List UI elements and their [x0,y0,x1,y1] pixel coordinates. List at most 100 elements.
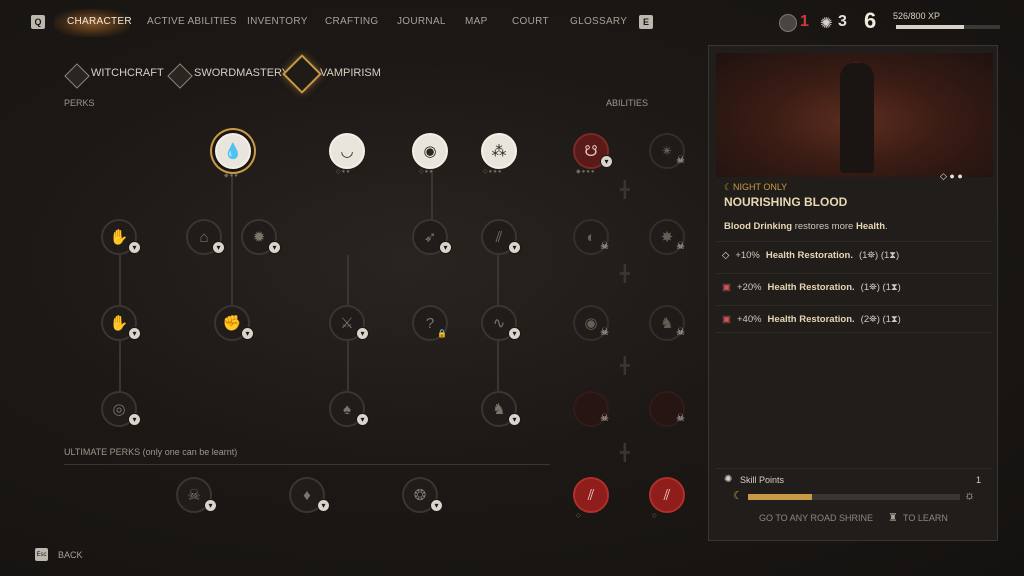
time-of-day-fill [748,494,812,500]
moon-icon: ☾ [733,490,743,502]
subtab-witchcraft[interactable]: WITCHCRAFT [91,67,164,79]
bat-icon: ⌂ [199,228,209,246]
shrine-hint: GO TO ANY ROAD SHRINE [759,513,874,523]
effect-cost: (2⛯) (1⧗) [860,313,901,325]
effect-rank-2: ▣ +20% Health Restoration. (1⛯) (1⧗) [716,273,992,301]
beast-icon: ♞ [492,401,506,418]
fang-badge-icon: ▾ [430,499,443,512]
crosshair-icon: ╋ [620,266,630,283]
skill-points-icon: ✺ [724,474,733,485]
subtab-vampirism[interactable]: VAMPIRISM [320,67,381,79]
sun-icon: ☼ [964,488,975,502]
ultimate-ability-1[interactable]: ⫽ [573,477,609,513]
hound-icon: ◐ [586,228,596,246]
abilities-label: ABILITIES [606,98,649,108]
effect-rank-1: ◇ +10% Health Restoration. (1⛯) (1⧗) [716,241,992,269]
effect-rank-3: ▣ +40% Health Restoration. (2⛯) (1⧗) [716,305,992,333]
fang-badge-icon: ▾ [356,327,369,340]
drops-icon: ⁂ [491,143,507,160]
preview-pager[interactable]: ◇ ● ● [940,171,963,182]
effect-label: Health Restoration. [767,282,855,293]
blood-stat: 1 [800,13,809,30]
perk-eye[interactable]: ◉ [412,133,448,169]
preview-character [840,63,874,173]
effect-pct: +10% [735,250,760,261]
ultimate-perks-label: ULTIMATE PERKS (only one can be learnt) [64,447,238,457]
level-number: 6 [864,8,877,33]
perk-fang[interactable]: ◡ [329,133,365,169]
tab-glossary[interactable]: GLOSSARY [570,16,627,27]
swarm-icon: ✴ [660,143,674,160]
skull-icon: ☠ [676,155,685,166]
claw-strike-icon: ⫽ [663,486,671,504]
next-tab-key[interactable]: E [639,15,653,29]
wolf-icon: ∿ [492,315,506,332]
esc-key[interactable]: Esc [35,548,48,561]
perk-nourishing-blood[interactable]: 💧 [215,133,251,169]
fang-badge-icon: ▾ [508,241,521,254]
skull-icon: ☠ [676,327,685,338]
effect-cost: (1⛯) (1⧗) [858,250,900,261]
fang-badge-icon: ▾ [268,241,281,254]
perk-drops[interactable]: ⁂ [481,133,517,169]
skull-icon: ☠ [600,327,609,338]
effect-cost: (1⛯) (1⧗) [860,282,901,293]
beast-form-icon: ♞ [660,315,674,332]
vision-icon: ◎ [112,401,126,418]
blood-drop-icon: 💧 [223,143,243,160]
tab-court[interactable]: COURT [512,16,549,27]
spiral-icon: ❂ [413,487,427,504]
effect-pct: +20% [736,282,762,293]
fang-icon: ◡ [340,143,354,160]
skill-points-value: 1 [976,475,982,485]
skull-icon: ☠ [600,241,609,252]
fang-badge-icon: ▾ [128,413,141,426]
crosshair-icon: ╋ [620,182,630,199]
fang-badge-icon: ▾ [356,413,369,426]
tab-character[interactable]: CHARACTER [67,16,132,27]
back-button[interactable]: BACK [58,550,83,560]
xp-text: 526/800 XP [893,11,941,21]
tab-map[interactable]: MAP [465,16,488,27]
divider [64,464,550,465]
strike-icon: ⚔ [340,315,354,332]
shrine-hint-end: TO LEARN [903,513,948,523]
xp-bar [896,25,1000,29]
swordmastery-icon [167,63,193,89]
vampirism-icon [282,54,322,94]
subtab-swordmastery[interactable]: SWORDMASTERY [194,67,289,79]
ability-rank-dots: ◇ [652,513,658,519]
tab-inventory[interactable]: INVENTORY [247,16,308,27]
top-bar: Q CHARACTER ACTIVE ABILITIES INVENTORY C… [0,0,1024,44]
fang-badge-icon: ▾ [508,413,521,426]
fang-badge-icon: ▾ [317,499,330,512]
rank-3-icon: ▣ [722,313,731,325]
perk-rank-dots: ◇●●● [483,169,503,175]
blood-icon [779,14,797,32]
ability-title: NOURISHING BLOOD [724,195,848,209]
health-term: Health [855,221,886,232]
moon-icon: ☾ [724,182,733,192]
perk-rank-dots: ◇●● [419,169,434,175]
time-of-day-bar [748,494,960,500]
fang-badge-icon: ▾ [508,327,521,340]
claw-strike-icon: ⫽ [587,486,595,504]
skill-points-label: Skill Points [740,475,785,485]
prev-tab-key[interactable]: Q [31,15,45,29]
droplet-icon: ♠ [343,400,351,418]
ultimate-ability-2[interactable]: ⫽ [649,477,685,513]
fang-badge-icon: ▾ [600,155,613,168]
crosshair-icon: ╋ [620,445,630,462]
fang-badge-icon: ▾ [128,327,141,340]
tab-active-abilities[interactable]: ACTIVE ABILITIES [147,16,237,27]
description-end: . [885,221,888,232]
perk-rank-dots: ◆●● [224,173,239,179]
rank-2-icon: ▣ [722,282,731,293]
tab-crafting[interactable]: CRAFTING [325,16,379,27]
ability-rank-dots: ◇ [576,513,582,519]
slash-icon: ⫽ [495,228,503,246]
sun-moon-icon: ✺ [820,15,833,32]
blood-orb-icon: ✸ [660,229,674,246]
tab-journal[interactable]: JOURNAL [397,16,446,27]
effect-label: Health Restoration. [767,313,855,325]
